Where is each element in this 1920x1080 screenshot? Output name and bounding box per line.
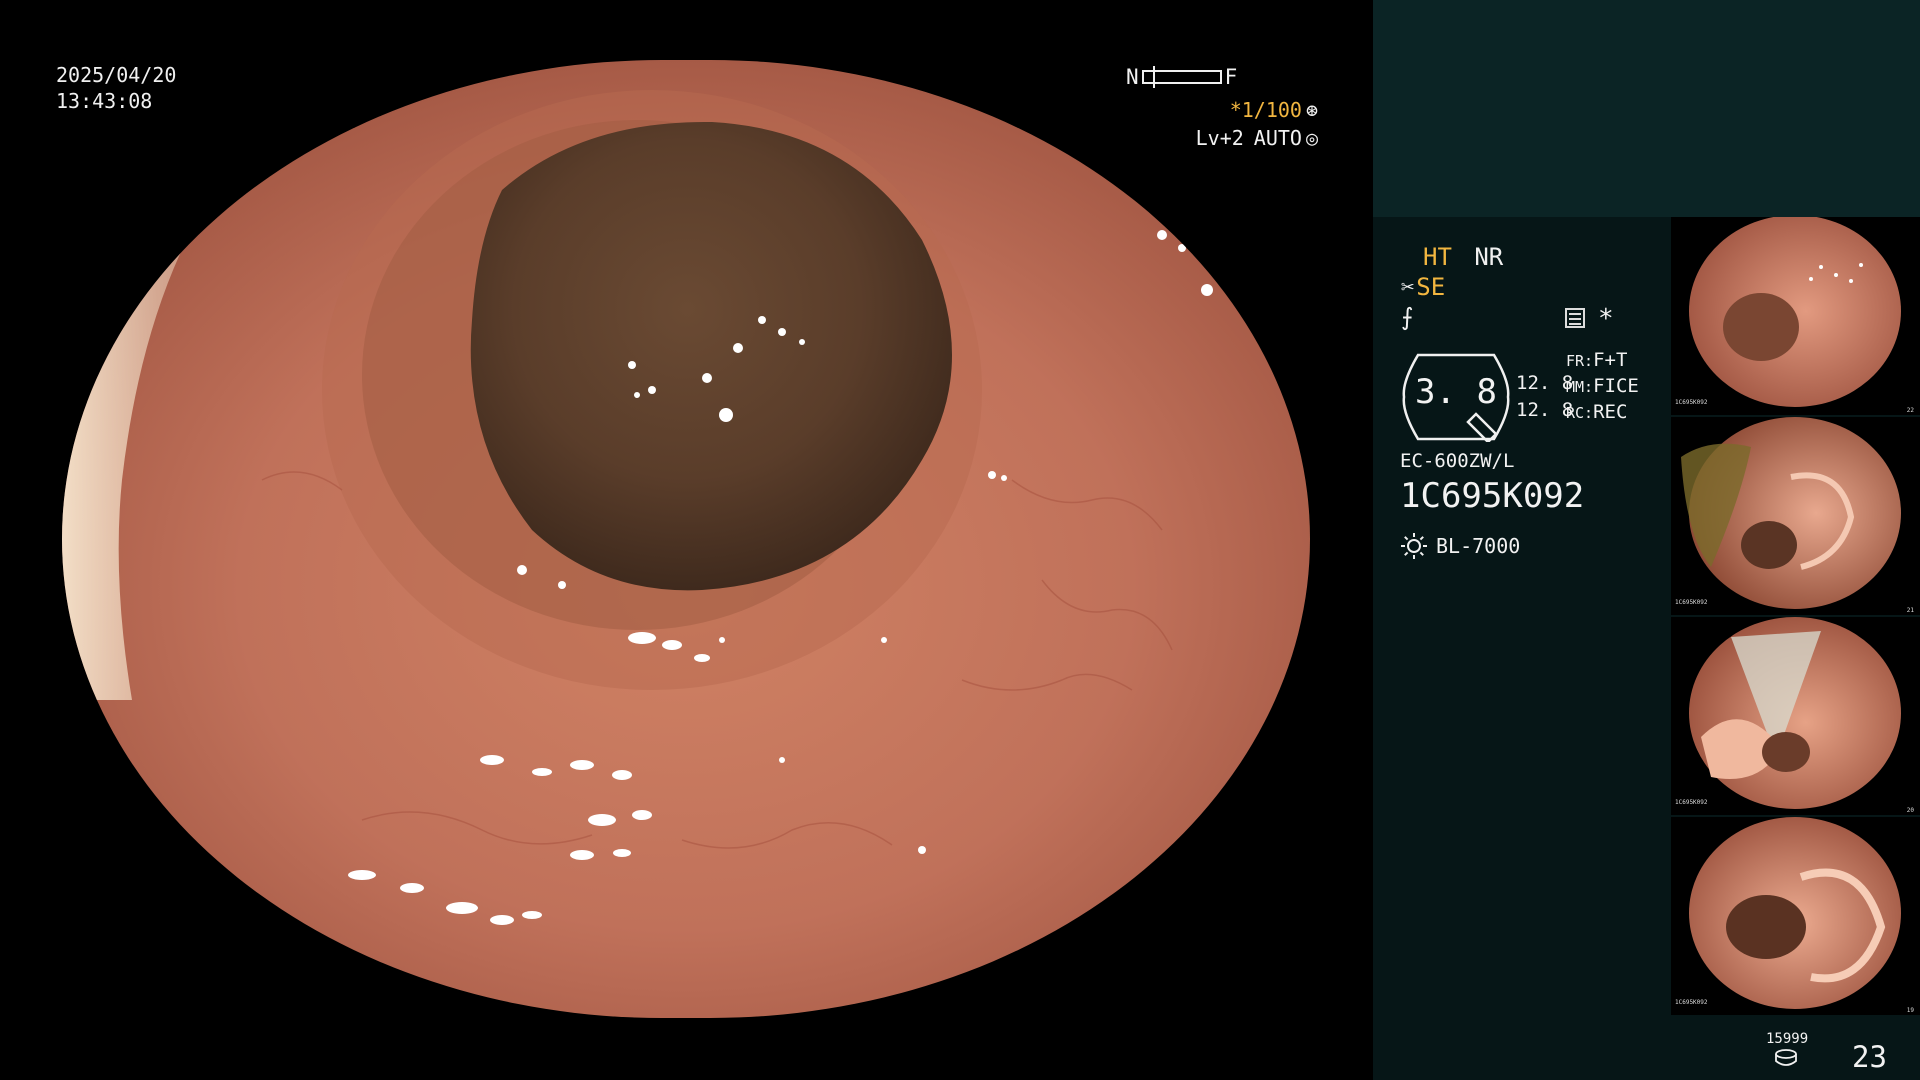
mm-key: MM: [1566, 378, 1594, 396]
thumbnail-index: 22 [1906, 407, 1914, 414]
endoscope-live-view [62, 60, 1310, 1018]
date-label: 2025/04/20 [56, 63, 177, 87]
thumbnail-index: 21 [1906, 607, 1914, 614]
fr-value: F+T [1593, 349, 1628, 371]
focus-near-label: N [1126, 65, 1139, 89]
level-label: Lv+2 [1195, 126, 1244, 150]
mode-row-ht-nr: HT NR [1423, 243, 1503, 271]
star-icon: * [1598, 304, 1614, 334]
shutter-row: *1/100 ⊛ [1230, 98, 1318, 122]
structure-icon: ⨍ [1401, 303, 1414, 331]
thumbnail-index: 19 [1906, 1007, 1914, 1014]
se-label: SE [1416, 273, 1446, 301]
zoom-mm-value: 12. 8 [1516, 399, 1574, 421]
colon-lumen-image [62, 60, 1310, 1018]
scissors-icon: ✂ [1401, 274, 1415, 300]
mode-settings: FR:F+T MM:FICE RC:REC [1566, 348, 1639, 426]
image-count: 23 [1852, 1040, 1887, 1074]
scope-serial: 1C695K092 [1400, 476, 1585, 516]
thumbnail-index: 20 [1906, 807, 1914, 814]
storage-remaining: 15999 [1766, 1031, 1809, 1047]
rc-value: REC [1593, 401, 1628, 423]
light-source-label: BL-7000 [1436, 534, 1521, 558]
ht-label: HT [1423, 243, 1452, 271]
shutter-label: *1/100 [1229, 98, 1302, 122]
captured-thumbnail-4[interactable]: 1C695K092 19 [1671, 817, 1920, 1015]
thumbnail-label: 1C695K092 [1675, 799, 1708, 806]
captured-thumbnail-1[interactable]: 1C695K092 22 [1671, 217, 1920, 415]
light-bulb-icon [1401, 533, 1427, 559]
endoscope-monitor: 2025/04/20 13:43:08 N F *1/100 ⊛ Lv+2 AU… [0, 0, 1920, 1080]
mm-value: FICE [1593, 375, 1639, 397]
level-row: Lv+2 AUTO ◎ [1196, 126, 1318, 150]
menu-icon [1565, 308, 1585, 328]
time-label: 13:43:08 [56, 89, 153, 113]
zoom-sub-values: 12. 8 12. 8 [1516, 370, 1573, 424]
timestamp: 2025/04/20 13:43:08 [56, 62, 176, 114]
thumbnail-label: 1C695K092 [1675, 999, 1708, 1006]
focus-marker [1152, 66, 1155, 88]
captured-thumbnail-3[interactable]: 1C695K092 20 [1671, 617, 1920, 815]
disk-icon [1775, 1049, 1797, 1066]
captured-thumbnail-2[interactable]: 1C695K092 21 [1671, 417, 1920, 615]
thumbnail-label: 1C695K092 [1675, 599, 1708, 606]
scope-model: EC-600ZW/L [1400, 450, 1515, 472]
iris-label: AUTO [1253, 126, 1302, 150]
thumbnail-label: 1C695K092 [1675, 399, 1708, 406]
info-panel-header [1373, 0, 1920, 217]
mode-row-se: ✂ SE [1401, 273, 1445, 301]
focus-far-label: F [1224, 65, 1238, 89]
light-source-row: BL-7000 [1400, 532, 1520, 560]
fr-key: FR: [1566, 352, 1594, 370]
shutter-icon: ⊛ [1305, 98, 1318, 122]
iris-icon: ◎ [1305, 126, 1318, 150]
nr-label: NR [1474, 243, 1504, 271]
zoom-fr-value: 12. 8 [1516, 372, 1574, 394]
rc-key: RC: [1566, 404, 1594, 422]
focus-bar-icon [1141, 66, 1222, 88]
focus-indicator: N F [1126, 64, 1237, 90]
zoom-value: 3. 8 [1415, 372, 1497, 412]
